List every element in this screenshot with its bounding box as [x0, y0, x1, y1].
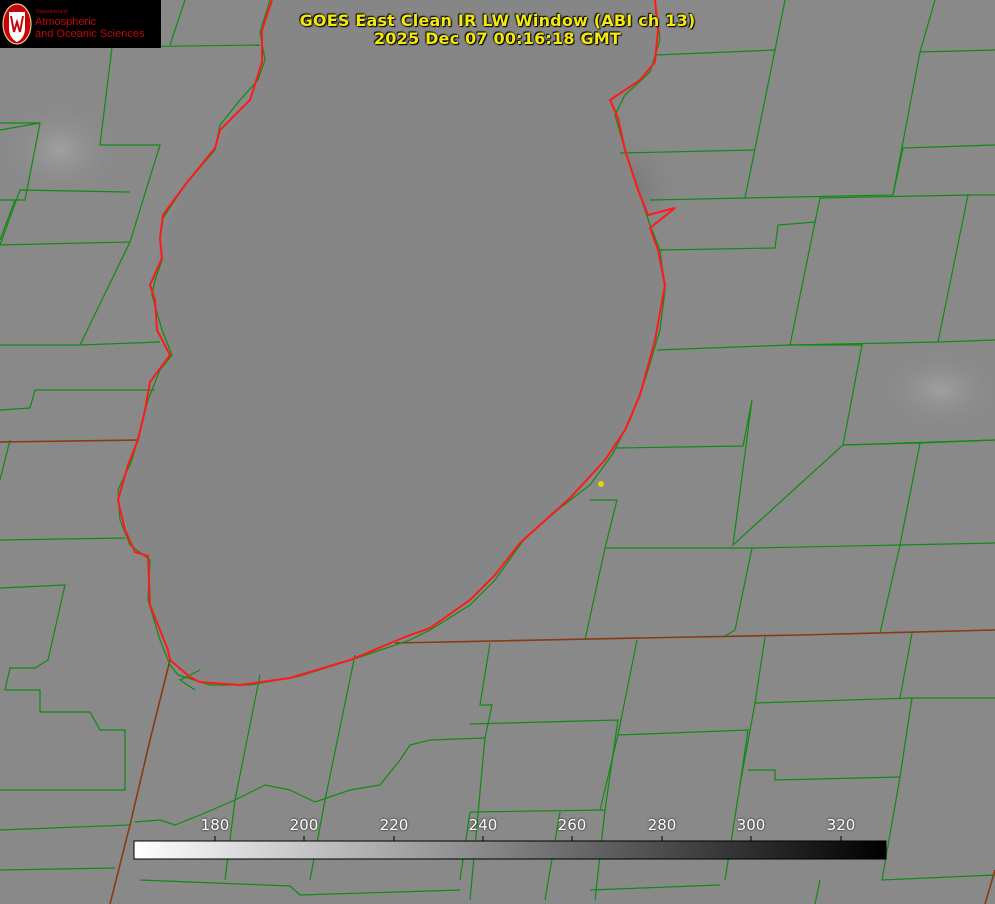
- satellite-map: [0, 0, 995, 904]
- logo-line2: and Oceanic Sciences: [35, 28, 145, 40]
- uw-crest-icon: [2, 3, 32, 45]
- colorbar: [133, 840, 887, 860]
- cloud-light-patch-4: [0, 100, 120, 200]
- logo-department-text: Department of: [36, 9, 68, 15]
- station-marker: [598, 481, 604, 487]
- logo-line1: Atmospheric: [35, 16, 97, 28]
- cloud-light-patch-3: [880, 350, 995, 430]
- aos-logo: Department of Atmospheric and Oceanic Sc…: [0, 0, 161, 48]
